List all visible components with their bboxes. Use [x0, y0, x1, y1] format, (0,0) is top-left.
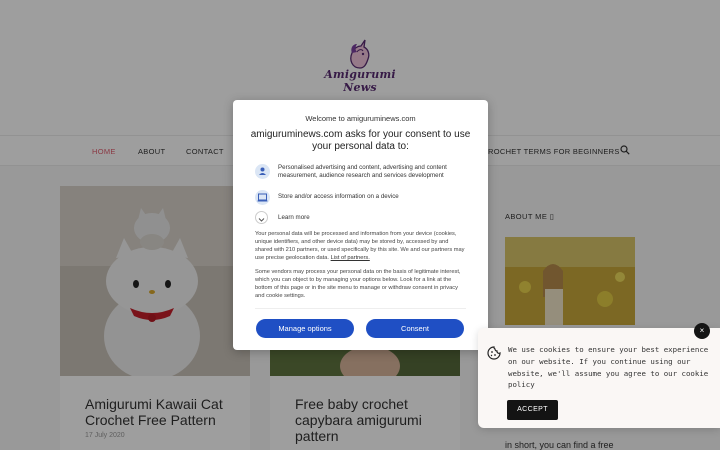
- cookie-icon: [487, 346, 501, 360]
- device-icon: [255, 190, 270, 205]
- partners-link[interactable]: List of partners.: [331, 255, 370, 261]
- learn-more-toggle[interactable]: Learn more: [255, 211, 470, 225]
- purpose-item: Store and/or access information on a dev…: [255, 190, 470, 205]
- purpose-text: Personalised advertising and content, ad…: [278, 164, 447, 180]
- consent-dialog: Welcome to amiguruminews.com amigurumine…: [233, 100, 488, 350]
- consent-subtitle: Welcome to amiguruminews.com: [305, 114, 416, 123]
- accept-button[interactable]: ACCEPT: [507, 400, 558, 420]
- cookie-notice: We use cookies to ensure your best exper…: [478, 328, 720, 428]
- close-icon[interactable]: ×: [694, 323, 710, 339]
- person-icon: [255, 164, 270, 179]
- divider: [255, 308, 466, 309]
- consent-paragraph-legit: Some vendors may process your personal d…: [255, 269, 461, 299]
- consent-paragraph: Your personal data will be processed and…: [255, 231, 467, 263]
- consent-title: amiguruminews.com asks for your consent …: [250, 129, 471, 152]
- consent-button[interactable]: Consent: [366, 319, 464, 338]
- purpose-item: Personalised advertising and content, ad…: [255, 164, 470, 184]
- learn-more-label[interactable]: Learn more: [278, 214, 470, 222]
- purpose-text: Store and/or access information on a dev…: [278, 193, 399, 200]
- chevron-down-icon[interactable]: [255, 211, 268, 224]
- manage-options-button[interactable]: Manage options: [256, 319, 354, 338]
- cookie-notice-text: We use cookies to ensure your best exper…: [508, 345, 709, 390]
